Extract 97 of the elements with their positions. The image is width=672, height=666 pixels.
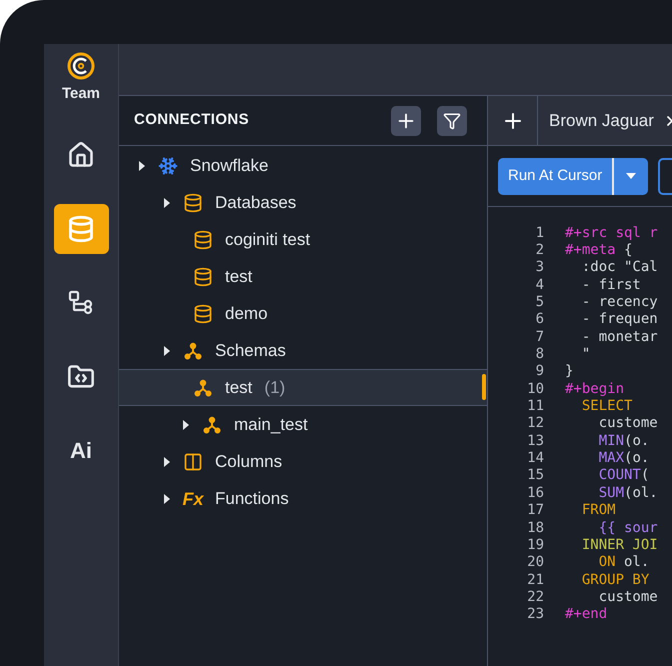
- line-number: 15: [526, 468, 545, 482]
- tree-item[interactable]: Columns: [119, 443, 487, 480]
- tree-item-label: Databases: [215, 192, 296, 214]
- tree-item[interactable]: demo: [119, 295, 487, 332]
- line-number: 6: [534, 312, 545, 326]
- code-line: - frequen: [580, 312, 658, 326]
- caret-icon: [163, 346, 171, 356]
- schema-icon: [194, 378, 212, 396]
- tree-item-label: test: [225, 376, 252, 399]
- line-number: 10: [526, 382, 545, 396]
- tree-item[interactable]: Schemas: [119, 332, 487, 369]
- database-icon: [67, 214, 95, 242]
- caret-icon: [163, 494, 171, 504]
- database-icon: [193, 266, 213, 286]
- caret-icon: [163, 456, 171, 466]
- flow-icon: [67, 288, 95, 316]
- code-line: GROUP BY: [580, 572, 650, 587]
- tree-item[interactable]: test: [119, 258, 487, 295]
- line-number: 17: [526, 503, 545, 518]
- code-line: #+meta {: [565, 243, 632, 258]
- code-line: - first: [580, 278, 641, 292]
- schema-icon: [203, 416, 221, 434]
- line-number: 11: [526, 399, 545, 414]
- caret-down-icon: [626, 173, 636, 179]
- line-number: 19: [526, 538, 545, 552]
- code-line: FROM: [580, 503, 616, 518]
- tree-item-label: Columns: [215, 450, 282, 473]
- code-line: - monetar: [580, 330, 658, 344]
- tree-item[interactable]: main_test: [119, 406, 487, 443]
- line-number: 8: [534, 347, 545, 362]
- code-line: custome: [598, 590, 658, 604]
- tree-item-label: Schemas: [215, 340, 286, 362]
- line-number: 5: [534, 295, 545, 310]
- folder-code-icon: [67, 362, 95, 390]
- line-number: 2: [534, 243, 545, 258]
- line-number: 22: [526, 590, 545, 604]
- tree-item-label: main_test: [234, 414, 308, 436]
- line-number: 20: [526, 555, 545, 570]
- filter-button[interactable]: [437, 106, 467, 136]
- tree-item-label: Snowflake: [190, 154, 268, 177]
- code-line: #+begin: [565, 382, 624, 396]
- line-number: 23: [526, 607, 545, 622]
- tree-item[interactable]: test (1): [119, 369, 487, 406]
- panel-title: CONNECTIONS: [134, 110, 250, 130]
- line-number: 14: [526, 451, 545, 466]
- tree-item[interactable]: Snowflake: [119, 147, 487, 184]
- filter-icon: [443, 112, 461, 130]
- code-line: SELECT: [580, 399, 632, 414]
- code-line: MIN(o.: [598, 434, 650, 448]
- line-number: 16: [526, 486, 545, 500]
- function-icon: Fx: [182, 490, 204, 508]
- snowflake-icon: [158, 156, 178, 176]
- code-line: #+src sql r: [565, 226, 658, 240]
- columns-icon: [183, 450, 203, 472]
- database-icon: [193, 304, 213, 324]
- home-icon: [67, 140, 95, 168]
- line-number: 9: [534, 364, 545, 378]
- line-number: 4: [534, 278, 545, 292]
- line-number: 3: [534, 260, 545, 274]
- ai-nav-button[interactable]: Ai: [54, 426, 108, 476]
- item-count: (1): [264, 376, 286, 399]
- line-number: 18: [526, 520, 545, 535]
- code-line: }: [565, 364, 574, 378]
- tree-item-label: Functions: [215, 488, 289, 510]
- add-button[interactable]: [391, 106, 421, 136]
- tree-item-label: demo: [225, 302, 268, 325]
- line-number: 21: [526, 572, 545, 587]
- caret-icon: [138, 160, 146, 170]
- code-line: ON ol.: [598, 555, 650, 570]
- code-line: ": [580, 347, 590, 362]
- tree-item[interactable]: Fx Functions: [119, 480, 487, 517]
- team-label: Team: [62, 84, 100, 104]
- tree-item[interactable]: Databases: [119, 184, 487, 221]
- line-number: 12: [526, 416, 545, 430]
- code-line: - recency: [580, 295, 658, 310]
- database-icon: [193, 230, 213, 250]
- code-line: {{ sour: [598, 520, 658, 535]
- code-line: INNER JOI: [580, 538, 658, 552]
- code-line: COUNT(: [598, 468, 650, 482]
- code-line: #+end: [565, 607, 608, 622]
- code-line: SUM(ol.: [598, 486, 658, 500]
- line-number: 13: [526, 434, 545, 448]
- selection-marker: [482, 374, 486, 400]
- code-line: MAX(o.: [598, 451, 650, 466]
- caret-icon: [163, 198, 171, 208]
- tree-item-label: test: [225, 266, 252, 288]
- nav-button[interactable]: [54, 204, 108, 254]
- code-line: custome: [598, 416, 658, 430]
- logo-icon: [67, 52, 95, 80]
- tree-item[interactable]: coginiti test: [119, 221, 487, 258]
- tree-item-label: coginiti test: [225, 228, 310, 251]
- database-icon: [183, 192, 203, 212]
- code-line: :doc "Cal: [580, 260, 658, 274]
- line-number: 7: [534, 330, 545, 344]
- schema-icon: [184, 342, 202, 360]
- caret-icon: [182, 420, 190, 430]
- line-number: 1: [534, 226, 545, 240]
